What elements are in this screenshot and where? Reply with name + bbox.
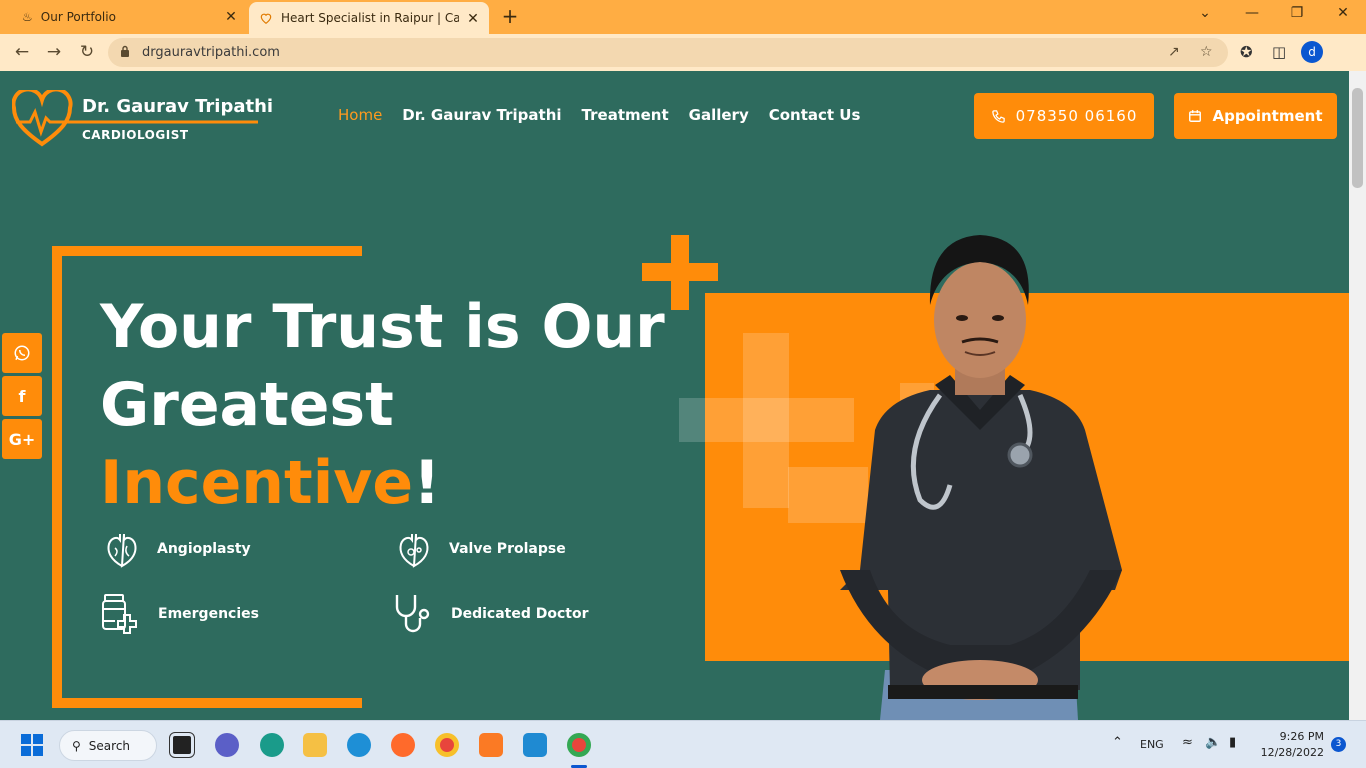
edge-browser-icon[interactable] [347,733,371,757]
heart-favicon-icon [260,13,272,24]
close-window-button[interactable]: ✕ [1331,5,1355,21]
url-text: drgauravtripathi.com [142,45,280,60]
volume-icon[interactable]: 🔈 [1205,735,1221,750]
site-favicon-icon: ♨ [22,10,33,24]
hero-heading: Your Trust is Our Greatest Incentive! [100,288,700,522]
appointment-label: Appointment [1212,107,1323,125]
google-plus-button[interactable]: G+ [2,419,42,459]
chrome-icon[interactable] [435,733,459,757]
browser-tab-bar: ♨ Our Portfolio ✕ Heart Specialist in Ra… [0,0,1366,34]
side-panel-icon[interactable]: ◫ [1272,43,1286,61]
feature-valve-prolapse: Valve Prolapse [397,530,566,568]
hero-frame-top [52,246,362,256]
address-bar[interactable]: drgauravtripathi.com ↗ ☆ [108,38,1228,67]
close-icon[interactable]: ✕ [465,11,481,27]
notification-badge[interactable]: 3 [1331,737,1346,752]
task-view-icon[interactable] [169,732,195,758]
file-explorer-icon[interactable] [303,733,327,757]
atom-app-icon[interactable] [260,733,284,757]
logo-subtitle: CARDIOLOGIST [82,128,189,142]
profile-avatar[interactable]: d [1301,41,1323,63]
phone-icon [991,109,1005,123]
hero-accent-word: Incentive [100,448,414,518]
feature-angioplasty: Angioplasty [105,530,251,568]
firefox-icon[interactable] [391,733,415,757]
chrome-profile-icon[interactable] [567,733,591,757]
clock-date: 12/28/2022 [1260,746,1324,759]
lock-icon [121,45,129,57]
share-icon[interactable]: ↗ [1168,44,1180,60]
nav-contact[interactable]: Contact Us [769,106,861,124]
nav-treatment[interactable]: Treatment [582,106,669,124]
facebook-icon: f [18,386,26,406]
hero-frame-bottom [52,698,362,708]
search-label: Search [88,738,131,753]
nav-home[interactable]: Home [338,106,382,124]
whatsapp-icon [14,345,30,361]
scrollbar-thumb[interactable] [1352,88,1363,188]
medicine-bottle-icon [102,594,137,634]
calendar-icon [1189,110,1202,122]
xampp-icon[interactable] [479,733,503,757]
main-navigation: Home Dr. Gaurav Tripathi Treatment Galle… [338,106,860,124]
hero-frame-left [52,246,62,708]
feature-dedicated-doctor: Dedicated Doctor [393,593,589,635]
hero-line-2: Greatest [100,370,394,440]
stethoscope-icon [395,595,430,633]
tab-title: Heart Specialist in Raipur | Cardic [281,11,459,25]
feature-label: Angioplasty [157,541,251,557]
feature-label: Valve Prolapse [449,541,566,557]
minimize-button[interactable]: — [1240,5,1264,21]
search-icon: ⚲ [72,738,81,753]
hero-line-1: Your Trust is Our [100,292,665,362]
phone-number: 078350 06160 [1015,107,1138,125]
whatsapp-button[interactable] [2,333,42,373]
vscode-icon[interactable] [523,733,547,757]
feature-label: Emergencies [158,606,259,622]
logo-name: Dr. Gaurav Tripathi [82,96,274,117]
reload-button[interactable]: ↻ [76,42,98,62]
forward-button[interactable]: → [43,42,65,62]
nav-gallery[interactable]: Gallery [689,106,749,124]
appointment-button[interactable]: Appointment [1174,93,1337,139]
system-clock[interactable]: 9:26 PM 12/28/2022 [1256,729,1324,761]
clock-time: 9:26 PM [1279,730,1324,743]
new-tab-button[interactable]: + [500,6,520,26]
heart-valve-icon [399,533,429,568]
tab-our-portfolio[interactable]: ♨ Our Portfolio ✕ [12,0,247,34]
tab-heart-specialist[interactable]: Heart Specialist in Raipur | Cardic ✕ [249,2,489,34]
facebook-button[interactable]: f [2,376,42,416]
taskbar-search[interactable]: ⚲ Search [59,730,157,761]
feature-label: Dedicated Doctor [451,606,589,622]
chevron-up-icon[interactable]: ⌃ [1112,735,1123,750]
teams-chat-icon[interactable] [215,733,239,757]
bookmark-star-icon[interactable]: ☆ [1200,44,1213,60]
decorative-plus-shape [642,263,718,281]
language-indicator[interactable]: ENG [1140,738,1164,751]
ghost-plus-shape [679,398,854,442]
wifi-icon[interactable]: ≈ [1182,735,1193,750]
extensions-icon[interactable]: ✪ [1240,43,1253,61]
heart-organ-icon [107,533,137,568]
nav-doctor[interactable]: Dr. Gaurav Tripathi [402,106,561,124]
feature-emergencies: Emergencies [100,593,259,635]
close-icon[interactable]: ✕ [223,9,239,25]
back-button[interactable]: ← [11,42,33,62]
windows-taskbar: ⚲ Search ⌃ ENG ≈ 🔈 ▮ 9:26 PM 12/28/2022 … [0,720,1366,768]
google-plus-icon: G+ [8,429,36,449]
hero-suffix: ! [413,448,441,518]
browser-toolbar: ← → ↻ drgauravtripathi.com ↗ ☆ ✪ ◫ d [0,34,1366,71]
site-logo[interactable]: Dr. Gaurav Tripathi CARDIOLOGIST [12,90,273,150]
tab-title: Our Portfolio [40,10,116,24]
restore-button[interactable]: ❐ [1285,5,1309,21]
battery-icon[interactable]: ▮ [1229,735,1236,750]
phone-button[interactable]: 078350 06160 [974,93,1154,139]
doctor-portrait [840,235,1122,720]
windows-start-icon[interactable] [21,734,43,756]
tab-search-chevron-icon[interactable]: ⌄ [1193,5,1217,21]
